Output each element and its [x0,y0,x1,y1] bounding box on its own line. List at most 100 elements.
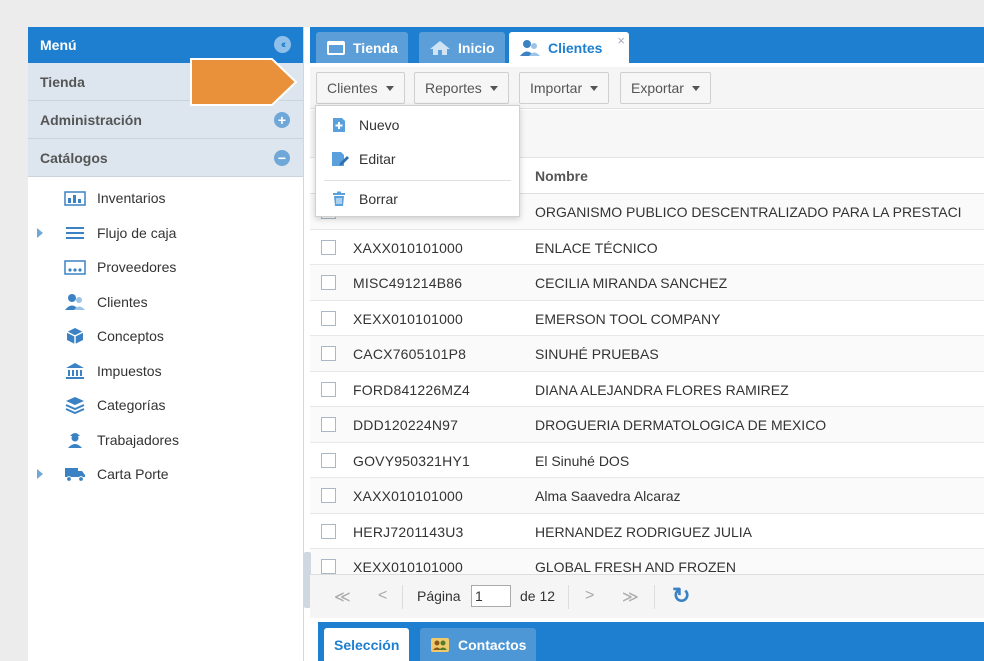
bank-icon [64,362,86,380]
tab-tienda[interactable]: Tienda [316,32,408,63]
divider [402,585,403,609]
menu-item-nuevo[interactable]: Nuevo [316,110,519,140]
name-cell: DIANA ALEJANDRA FLORES RAMIREZ [535,381,789,398]
expand-plus-icon[interactable]: + [274,112,290,128]
clientes-menu-button[interactable]: Clientes [316,72,405,104]
inventory-icon [64,189,86,207]
caret-down-icon [385,85,394,91]
home-icon [429,40,451,56]
section-label: Tienda [40,73,85,90]
tab-clientes[interactable]: Clientes × [509,32,629,63]
row-checkbox[interactable] [321,275,336,290]
table-row[interactable]: XEXX010101000 GLOBAL FRESH AND FROZEN [310,549,984,574]
row-checkbox[interactable] [321,381,336,397]
section-label: Catálogos [40,149,108,166]
collapse-minus-icon[interactable]: − [274,150,290,166]
table-row[interactable]: MISC491214B86 CECILIA MIRANDA SANCHEZ [310,265,984,301]
table-row[interactable]: DDD120224N97 DROGUERIA DERMATOLOGICA DE M… [310,407,984,443]
section-catalogos[interactable]: Catálogos − [28,139,303,177]
tree-item-conceptos[interactable]: Conceptos [28,319,303,354]
toolbar: Clientes Reportes Importar Exportar [310,67,984,109]
row-checkbox[interactable] [321,559,336,574]
prev-page-icon[interactable]: < [378,587,387,605]
first-page-icon[interactable]: ≪ [334,587,351,607]
rfc-cell: HERJ7201143U3 [353,523,464,540]
caret-down-icon [691,85,700,91]
button-label: Exportar [631,80,684,96]
tab-inicio[interactable]: Inicio [419,32,505,63]
name-cell: ENLACE TÉCNICO [535,239,658,256]
importar-menu-button[interactable]: Importar [519,72,610,104]
tab-label: Contactos [458,636,527,653]
page-number-input[interactable] [471,585,511,607]
main-tabbar: Tienda Inicio Clientes × [310,27,984,63]
row-checkbox[interactable] [321,239,336,255]
lines-icon [64,224,86,242]
tree-item-clientes[interactable]: Clientes [28,285,303,320]
rfc-cell: XEXX010101000 [353,310,464,327]
page-count: de 12 [520,588,556,604]
row-checkbox[interactable] [321,523,336,539]
close-tab-icon[interactable]: × [617,33,625,48]
tab-seleccion[interactable]: Selección [324,628,410,661]
table-row[interactable]: XEXX010101000 EMERSON TOOL COMPANY [310,301,984,336]
highlight-arrow [190,58,298,109]
exportar-menu-button[interactable]: Exportar [620,72,711,104]
tree-item-label: Proveedores [97,259,177,276]
tree-item-label: Impuestos [97,362,162,379]
table-row[interactable]: HERJ7201143U3 HERNANDEZ RODRIGUEZ JULIA [310,514,984,549]
expand-arrow-icon[interactable] [37,227,43,238]
menu-item-label: Editar [359,151,396,167]
tree-item-carta-porte[interactable]: Carta Porte [28,457,303,492]
table-row[interactable]: GOVY950321HY1 El Sinuhé DOS [310,443,984,478]
worker-icon [64,431,86,449]
page-label: Página [417,588,461,604]
contacts-icon [430,637,450,653]
menu-item-label: Borrar [359,191,398,207]
tree-item-inventarios[interactable]: Inventarios [28,181,303,216]
menu-item-borrar[interactable]: Borrar [316,184,519,214]
tree-item-trabajadores[interactable]: Trabajadores [28,423,303,458]
tree-item-impuestos[interactable]: Impuestos [28,354,303,389]
row-checkbox[interactable] [321,452,336,468]
table-row[interactable]: CACX7605101P8 SINUHÉ PRUEBAS [310,336,984,372]
column-header-nombre[interactable]: Nombre [535,168,588,184]
menu-item-editar[interactable]: Editar [316,144,519,174]
rfc-cell: XEXX010101000 [353,559,464,574]
tree-item-proveedores[interactable]: Proveedores [28,250,303,285]
next-page-icon[interactable]: > [585,587,594,605]
tree-item-flujo-de-caja[interactable]: Flujo de caja [28,216,303,251]
rfc-cell: CACX7605101P8 [353,346,467,362]
row-checkbox[interactable] [321,310,336,326]
new-document-icon [331,117,347,133]
button-label: Reportes [425,80,482,96]
table-row[interactable]: XAXX010101000 ENLACE TÉCNICO [310,230,984,265]
table-row[interactable]: FORD841226MZ4 DIANA ALEJANDRA FLORES RAMI… [310,372,984,407]
refresh-icon[interactable]: ↻ [672,583,690,609]
caret-down-icon [590,85,599,91]
rfc-cell: XAXX010101000 [353,488,464,504]
table-row[interactable]: XAXX010101000 Alma Saavedra Alcaraz [310,478,984,514]
row-checkbox[interactable] [321,417,336,432]
button-label: Clientes [327,80,378,96]
detail-tabbar: Selección Contactos [318,622,984,661]
layers-icon [64,396,86,415]
menu-divider [324,180,511,181]
tab-contactos[interactable]: Contactos [420,628,537,661]
collapse-menu-icon[interactable]: ‹‹ [274,36,291,53]
reportes-menu-button[interactable]: Reportes [414,72,509,104]
tab-label: Tienda [353,39,398,56]
tab-label: Inicio [458,39,495,56]
clients-grid: Nombre ORGANISMO PUBLICO DESCENTRALIZADO… [310,158,984,574]
tree-item-label: Conceptos [97,328,164,345]
caret-down-icon [489,85,498,91]
side-menu: Menú ‹‹ Tienda Administración + Catálogo… [28,27,304,661]
row-checkbox[interactable] [321,346,336,361]
row-checkbox[interactable] [321,488,336,503]
suppliers-icon [64,258,86,276]
button-label: Importar [530,80,583,96]
rfc-cell: MISC491214B86 [353,275,463,291]
last-page-icon[interactable]: ≫ [622,587,639,607]
tree-item-categorias[interactable]: Categorías [28,388,303,423]
expand-arrow-icon[interactable] [37,469,43,479]
